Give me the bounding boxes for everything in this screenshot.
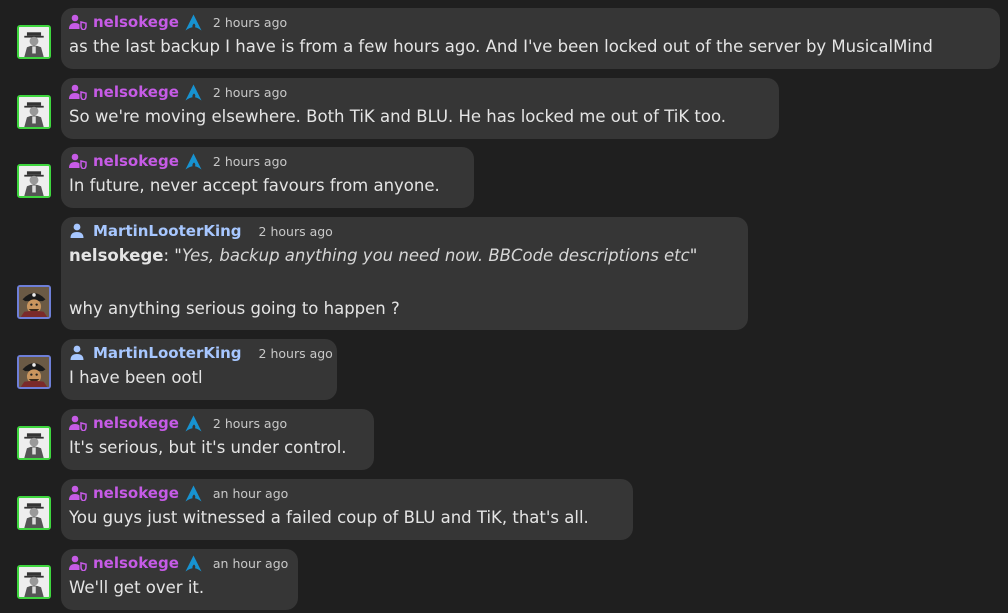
message-bubble: nelsokege 2 hours ago It's serious, but …	[61, 409, 374, 470]
message-bubble: nelsokege 2 hours ago So we're moving el…	[61, 78, 779, 139]
message-bubble: nelsokege 2 hours ago as the last backup…	[61, 8, 1000, 69]
quoted-message: nelsokege: "Yes, backup anything you nee…	[69, 243, 740, 268]
arch-linux-icon	[185, 555, 202, 572]
message-text: We'll get over it.	[69, 578, 205, 597]
message-text: why anything serious going to happen ?	[69, 299, 400, 318]
timestamp: 2 hours ago	[212, 415, 288, 431]
username[interactable]: nelsokege	[93, 13, 179, 31]
message-bubble: nelsokege 2 hours ago In future, never a…	[61, 147, 474, 208]
timestamp: 2 hours ago	[212, 84, 288, 100]
username[interactable]: nelsokege	[93, 414, 179, 432]
user-icon	[69, 223, 87, 239]
user-shield-icon	[69, 153, 87, 169]
timestamp: an hour ago	[212, 555, 289, 571]
quote-end: "	[689, 246, 698, 265]
avatar[interactable]	[17, 565, 51, 599]
message-text: as the last backup I have is from a few …	[69, 37, 933, 56]
timestamp: an hour ago	[212, 485, 289, 501]
message-bubble: nelsokege an hour ago You guys just witn…	[61, 479, 633, 540]
message-bubble: MartinLooterKing 2 hours ago nelsokege: …	[61, 217, 748, 330]
message-text: So we're moving elsewhere. Both TiK and …	[69, 107, 727, 126]
user-icon	[69, 345, 87, 361]
username[interactable]: MartinLooterKing	[93, 344, 242, 362]
avatar[interactable]	[17, 426, 51, 460]
user-shield-icon	[69, 555, 87, 571]
arch-linux-icon	[185, 14, 202, 31]
message-text: In future, never accept favours from any…	[69, 176, 440, 195]
timestamp: 2 hours ago	[212, 14, 288, 30]
arch-linux-icon	[185, 84, 202, 101]
avatar[interactable]	[17, 95, 51, 129]
timestamp: 2 hours ago	[258, 345, 333, 361]
avatar[interactable]	[17, 496, 51, 530]
user-shield-icon	[69, 14, 87, 30]
message-text: I have been ootl	[69, 368, 203, 387]
arch-linux-icon	[185, 153, 202, 170]
avatar[interactable]	[17, 285, 51, 319]
message-text: You guys just witnessed a failed coup of…	[69, 508, 589, 527]
username[interactable]: nelsokege	[93, 83, 179, 101]
username[interactable]: nelsokege	[93, 484, 179, 502]
message-bubble: nelsokege an hour ago We'll get over it.	[61, 549, 298, 610]
quote-separator: : "	[163, 246, 182, 265]
avatar[interactable]	[17, 164, 51, 198]
username[interactable]: nelsokege	[93, 554, 179, 572]
user-shield-icon	[69, 485, 87, 501]
username[interactable]: nelsokege	[93, 152, 179, 170]
arch-linux-icon	[185, 485, 202, 502]
timestamp: 2 hours ago	[212, 153, 288, 169]
arch-linux-icon	[185, 415, 202, 432]
username[interactable]: MartinLooterKing	[93, 222, 242, 240]
message-text: It's serious, but it's under control.	[69, 438, 347, 457]
quote-text: Yes, backup anything you need now. BBCod…	[181, 246, 690, 265]
avatar[interactable]	[17, 25, 51, 59]
message-bubble: MartinLooterKing 2 hours ago I have been…	[61, 339, 337, 400]
quote-author: nelsokege	[69, 246, 164, 265]
user-shield-icon	[69, 415, 87, 431]
avatar[interactable]	[17, 355, 51, 389]
user-shield-icon	[69, 84, 87, 100]
chat-message-list: nelsokege 2 hours ago as the last backup…	[0, 0, 1008, 613]
timestamp: 2 hours ago	[258, 223, 333, 239]
